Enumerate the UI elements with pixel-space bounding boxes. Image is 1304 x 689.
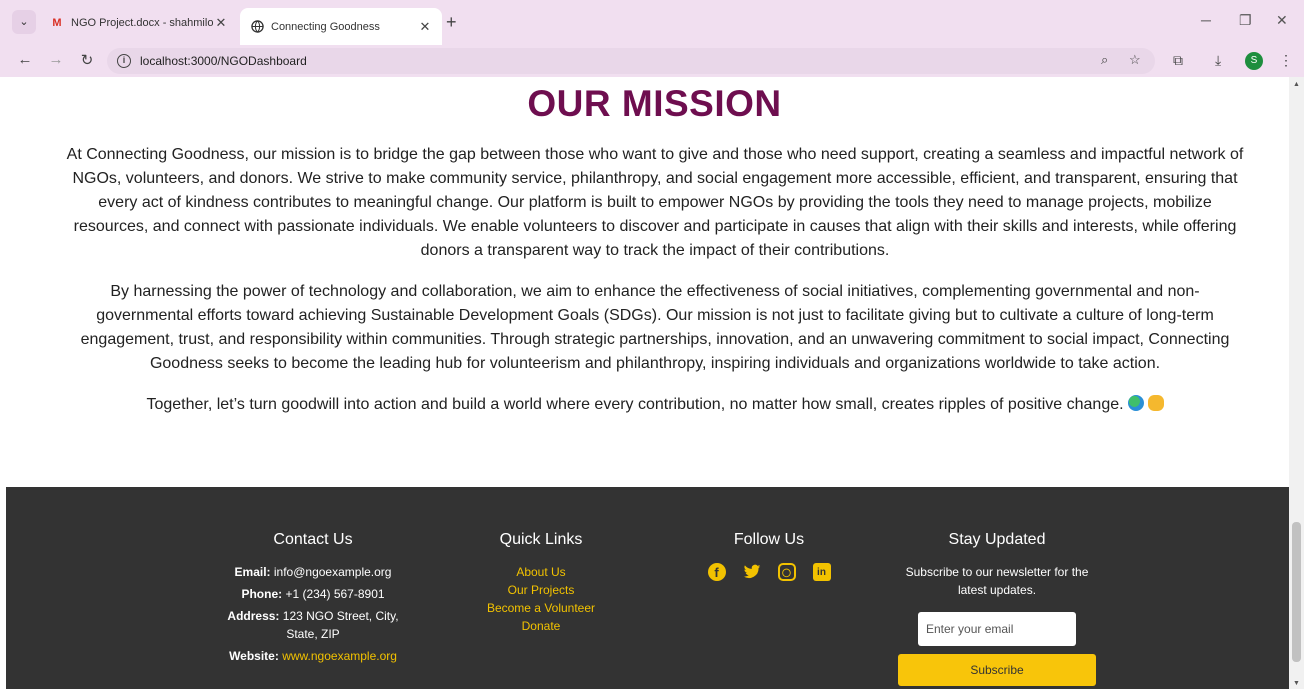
tab-connecting-goodness[interactable]: Connecting Goodness ✕ <box>240 8 442 45</box>
subscribe-button[interactable]: Subscribe <box>898 654 1096 686</box>
mission-paragraph-2: By harnessing the power of technology an… <box>80 283 1230 372</box>
site-info-icon[interactable]: i <box>117 54 131 68</box>
globe-icon <box>250 20 264 34</box>
follow-heading: Follow Us <box>733 531 805 548</box>
tab-close-icon[interactable]: ✕ <box>214 15 228 31</box>
restore-icon[interactable]: ❐ <box>1239 12 1252 29</box>
stay-updated-heading: Stay Updated <box>948 531 1046 548</box>
instagram-icon[interactable]: ◯ <box>777 563 796 581</box>
scroll-down-icon[interactable]: ▼ <box>1293 680 1300 687</box>
footer-quick-links: Quick Links About Us Our Projects Become… <box>466 531 616 635</box>
scroll-thumb[interactable] <box>1292 522 1301 662</box>
link-our-projects[interactable]: Our Projects <box>466 581 616 599</box>
contact-address: Address: 123 NGO Street, City, State, ZI… <box>227 609 399 641</box>
newsletter-text: Subscribe to our newsletter for the late… <box>905 565 1089 597</box>
mission-paragraph-3: Together, let’s turn goodwill into actio… <box>66 393 1244 417</box>
back-icon[interactable]: ← <box>15 51 35 68</box>
browser-toolbar: ← → ↻ i localhost:3000/NGODashboard ⌕ ☆ … <box>0 45 1304 77</box>
link-donate[interactable]: Donate <box>466 617 616 635</box>
contact-phone: Phone: +1 (234) 567-8901 <box>241 587 385 601</box>
link-about-us[interactable]: About Us <box>466 563 616 581</box>
social-icons: f ◯ in <box>694 563 844 581</box>
newsletter-email-input[interactable] <box>918 612 1076 646</box>
facebook-icon[interactable]: f <box>707 563 726 581</box>
scroll-up-icon[interactable]: ▲ <box>1293 81 1300 88</box>
footer-contact: Contact Us Email: info@ngoexample.org Ph… <box>221 531 405 669</box>
link-become-volunteer[interactable]: Become a Volunteer <box>466 599 616 617</box>
download-icon[interactable]: ⤓ <box>1215 52 1221 69</box>
contact-email: Email: info@ngoexample.org <box>234 565 392 579</box>
mission-closing-text: Together, let’s turn goodwill into actio… <box>146 396 1124 413</box>
twitter-icon[interactable] <box>743 563 761 581</box>
new-tab-icon[interactable]: + <box>446 12 457 33</box>
address-bar[interactable]: i localhost:3000/NGODashboard <box>107 48 1155 74</box>
quick-links-heading: Quick Links <box>499 531 583 548</box>
window-close-icon[interactable]: ✕ <box>1276 12 1288 29</box>
footer-stay-updated: Stay Updated Subscribe to our newsletter… <box>892 531 1102 686</box>
browser-tab-bar: ⌄ M NGO Project.docx - shahmiloni ✕ Conn… <box>0 0 1304 45</box>
tab-title: NGO Project.docx - shahmiloni <box>71 17 214 29</box>
globe-emoji-icon <box>1127 395 1144 411</box>
page-viewport: OUR MISSION At Connecting Goodness, our … <box>0 77 1289 689</box>
tab-gmail-doc[interactable]: M NGO Project.docx - shahmiloni ✕ <box>40 8 238 38</box>
contact-website: Website: www.ngoexample.org <box>229 649 397 663</box>
mission-title: OUR MISSION <box>527 83 782 124</box>
menu-kebab-icon[interactable]: ⋮ <box>1279 52 1293 69</box>
site-footer: Contact Us Email: info@ngoexample.org Ph… <box>6 487 1289 689</box>
minimize-icon[interactable]: ─ <box>1201 12 1211 28</box>
handshake-emoji-icon <box>1147 395 1164 411</box>
tab-close-icon[interactable]: ✕ <box>418 19 432 35</box>
bookmark-star-icon[interactable]: ☆ <box>1129 52 1141 68</box>
extensions-icon[interactable]: ⧉ <box>1173 52 1183 69</box>
forward-icon[interactable]: → <box>46 51 66 68</box>
address-url: localhost:3000/NGODashboard <box>140 54 307 68</box>
tab-title: Connecting Goodness <box>271 20 380 33</box>
mission-paragraph-1: At Connecting Goodness, our mission is t… <box>66 146 1244 259</box>
page-scrollbar[interactable]: ▲ ▼ <box>1289 77 1304 689</box>
profile-avatar[interactable]: S <box>1245 52 1263 70</box>
contact-heading: Contact Us <box>273 531 353 548</box>
tab-search-chevron-icon[interactable]: ⌄ <box>12 10 36 34</box>
footer-follow: Follow Us f ◯ in <box>694 531 844 581</box>
reload-icon[interactable]: ↻ <box>77 51 97 69</box>
gmail-icon: M <box>52 17 62 29</box>
linkedin-icon[interactable]: in <box>812 563 831 581</box>
website-link[interactable]: www.ngoexample.org <box>282 649 397 663</box>
zoom-icon[interactable]: ⌕ <box>1101 52 1108 68</box>
